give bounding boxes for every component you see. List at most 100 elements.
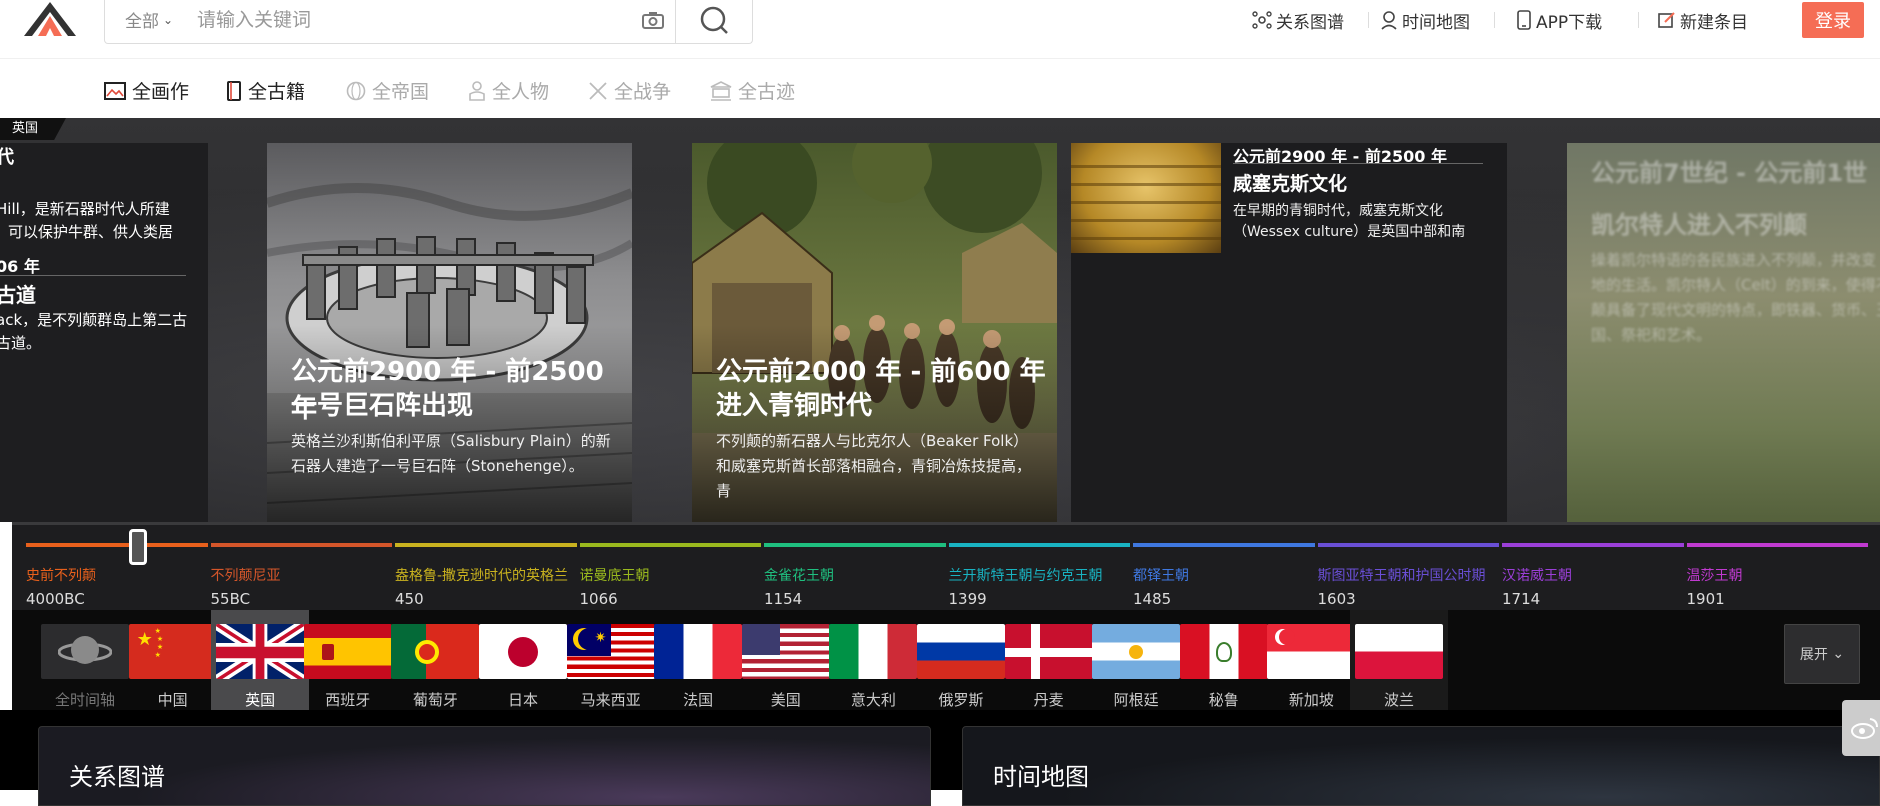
event-desc: 古道。 bbox=[0, 334, 42, 352]
country-flag[interactable]: 波兰 bbox=[1350, 610, 1448, 710]
category-paintings[interactable]: 全画作 bbox=[104, 77, 189, 104]
timeline-segment[interactable] bbox=[395, 543, 577, 547]
country-all-timeline[interactable]: 全时间轴 bbox=[36, 610, 134, 710]
country-label: 英国 bbox=[245, 691, 276, 709]
timeline-era[interactable]: 汉诺威王朝 1714 bbox=[1502, 565, 1572, 608]
event-title: 威塞克斯文化 bbox=[1233, 173, 1348, 195]
timeline-era[interactable]: 斯图亚特王朝和护国公时期 1603 bbox=[1318, 565, 1486, 608]
relation-graph-panel[interactable]: 关系图谱 bbox=[38, 726, 931, 806]
event-desc: 地的生活。凯尔特人（Celt）的到来，使得不 bbox=[1591, 276, 1880, 294]
search-scope-label: 全部 bbox=[125, 12, 159, 32]
timeline-segment[interactable] bbox=[579, 543, 761, 547]
country-flag[interactable]: 新加坡 bbox=[1262, 610, 1360, 710]
timeline-segment[interactable] bbox=[210, 543, 392, 547]
timeline-era[interactable]: 盎格鲁-撒克逊时代的英格兰 450 bbox=[395, 565, 568, 608]
country-flag[interactable]: 英国 bbox=[211, 610, 310, 710]
timeline-era[interactable]: 诺曼底王朝 1066 bbox=[580, 565, 650, 608]
timeline-era[interactable]: 兰开斯特王朝与约克王朝 1399 bbox=[949, 565, 1103, 608]
nav-relation-graph-label: 关系图谱 bbox=[1276, 12, 1344, 33]
event-title: 凯尔特人进入不列颠 bbox=[1591, 211, 1807, 239]
divider bbox=[0, 275, 186, 276]
bottom-section: 关系图谱 时间地图 bbox=[0, 710, 1880, 806]
search-input[interactable] bbox=[177, 0, 630, 40]
chevron-down-icon: ⌄ bbox=[1832, 646, 1845, 662]
expand-label: 展开 bbox=[1799, 647, 1828, 663]
country-flag[interactable]: ★ ★ ★ ★ ★ 中国 bbox=[124, 610, 222, 710]
era-start-year: 450 bbox=[395, 590, 424, 608]
era-start-year: 55BC bbox=[210, 590, 251, 608]
weibo-share-button[interactable] bbox=[1842, 700, 1880, 756]
timeline-segment[interactable] bbox=[1317, 543, 1499, 547]
timeline-era[interactable]: 都铎王朝 1485 bbox=[1133, 565, 1189, 608]
category-wars-label: 全战争 bbox=[614, 81, 672, 103]
site-logo[interactable] bbox=[22, 0, 78, 38]
country-flag[interactable]: 俄罗斯 bbox=[912, 610, 1010, 710]
flag-icon bbox=[1267, 624, 1356, 679]
country-label: 波兰 bbox=[1383, 691, 1414, 709]
timeline-segment[interactable] bbox=[948, 543, 1130, 547]
timeline-segment[interactable] bbox=[26, 543, 208, 547]
country-label: 新加坡 bbox=[1288, 691, 1334, 709]
category-monuments[interactable]: 全古迹 bbox=[710, 77, 795, 104]
era-name: 都铎王朝 bbox=[1133, 568, 1189, 584]
timeline-segment[interactable] bbox=[1502, 543, 1684, 547]
event-card-wessex[interactable]: 公元前2900 年 - 前2500 年 威塞克斯文化 在早期的青铜时代，威塞克斯… bbox=[1071, 143, 1507, 522]
country-flag[interactable]: 美国 bbox=[737, 610, 835, 710]
country-label: 丹麦 bbox=[1033, 691, 1064, 709]
country-flag[interactable]: 秘鲁 bbox=[1175, 610, 1273, 710]
time-map-panel[interactable]: 时间地图 bbox=[962, 726, 1880, 806]
timeline-era[interactable]: 不列颠尼亚 55BC bbox=[211, 565, 281, 608]
timeline-era[interactable]: 金雀花王朝 1154 bbox=[764, 565, 834, 608]
category-ancient-books[interactable]: 全古籍 bbox=[226, 77, 305, 104]
category-people[interactable]: 全人物 bbox=[468, 77, 549, 104]
category-ancient-books-label: 全古籍 bbox=[248, 81, 306, 103]
country-flag[interactable]: 葡萄牙 bbox=[386, 610, 484, 710]
era-name: 斯图亚特王朝和护国公时期 bbox=[1317, 568, 1486, 584]
event-card-partial-left[interactable]: 代 Hill，是新石器时代人所建 可以保护牛群、供人类居 06 年 古道 ack… bbox=[0, 143, 208, 522]
timeline-segment[interactable] bbox=[764, 543, 946, 547]
camera-search-button[interactable] bbox=[630, 0, 676, 43]
event-card-celts[interactable]: 公元前7世纪 - 公元前1世 凯尔特人进入不列颠 操着凯尔特语的各民族进入不列颠… bbox=[1567, 143, 1880, 522]
category-empires-label: 全帝国 bbox=[372, 81, 430, 103]
search-button[interactable] bbox=[676, 0, 752, 43]
country-label: 意大利 bbox=[850, 691, 896, 709]
country-flag[interactable]: ✷ 马来西亚 bbox=[562, 610, 660, 710]
globe-icon bbox=[41, 624, 129, 679]
era-start-year: 1714 bbox=[1502, 590, 1541, 608]
expand-button[interactable]: 展开 ⌄ bbox=[1784, 624, 1860, 684]
country-selector: 全时间轴 ★ ★ ★ ★ ★ 中国 英国 西班牙 葡萄牙 日本 ✷ 马来西亚 法国 美国 意大利 俄罗斯 丹麦… bbox=[12, 610, 1880, 722]
login-button[interactable]: 登录 bbox=[1802, 2, 1864, 38]
search-scope-dropdown[interactable]: 全部 ⌄ bbox=[105, 7, 177, 32]
country-flag[interactable]: 西班牙 bbox=[299, 610, 397, 710]
timeline-era[interactable]: 史前不列颠 4000BC bbox=[26, 565, 96, 608]
flag-icon bbox=[829, 624, 918, 679]
map-pin-icon bbox=[1381, 11, 1397, 30]
category-wars[interactable]: 全战争 bbox=[588, 77, 671, 104]
search-icon bbox=[700, 6, 728, 34]
flag-icon bbox=[479, 624, 567, 679]
country-label: 马来西亚 bbox=[580, 691, 641, 709]
event-card-stonehenge[interactable]: 公元前2900 年 - 前2500 年 一号巨石阵出现 英格兰沙利斯伯利平原（S… bbox=[267, 143, 632, 522]
event-desc: 国、祭祀和艺术。 bbox=[1591, 326, 1712, 344]
nav-time-map[interactable]: 时间地图 bbox=[1380, 8, 1470, 33]
category-empires[interactable]: 全帝国 bbox=[346, 77, 429, 104]
event-years: 公元前2000 年 - 前600 年 bbox=[716, 357, 1046, 387]
country-label: 西班牙 bbox=[325, 691, 371, 709]
timeline-segment[interactable] bbox=[1133, 543, 1315, 547]
country-flag[interactable]: 法国 bbox=[649, 610, 747, 710]
timeline-handle[interactable] bbox=[129, 529, 147, 565]
nav-app-download-label: APP下载 bbox=[1536, 12, 1603, 33]
era-start-year: 1154 bbox=[764, 590, 803, 608]
flag-icon bbox=[654, 624, 743, 679]
timeline-era[interactable]: 温莎王朝 1901 bbox=[1687, 565, 1743, 608]
nav-relation-graph[interactable]: 关系图谱 bbox=[1252, 8, 1344, 33]
country-flag[interactable]: 日本 bbox=[474, 610, 572, 710]
event-card-bronze-age[interactable]: 公元前2000 年 - 前600 年 进入青铜时代 不列颠的新石器人与比克尔人（… bbox=[692, 143, 1057, 522]
timeline-segment[interactable] bbox=[1686, 543, 1868, 547]
country-flag[interactable]: 阿根廷 bbox=[1087, 610, 1185, 710]
nav-divider bbox=[1494, 12, 1495, 28]
nav-app-download[interactable]: APP下载 bbox=[1516, 8, 1603, 33]
nav-new-entry[interactable]: 新建条目 bbox=[1658, 8, 1748, 33]
country-flag[interactable]: 丹麦 bbox=[1000, 610, 1098, 710]
country-flag[interactable]: 意大利 bbox=[824, 610, 922, 710]
